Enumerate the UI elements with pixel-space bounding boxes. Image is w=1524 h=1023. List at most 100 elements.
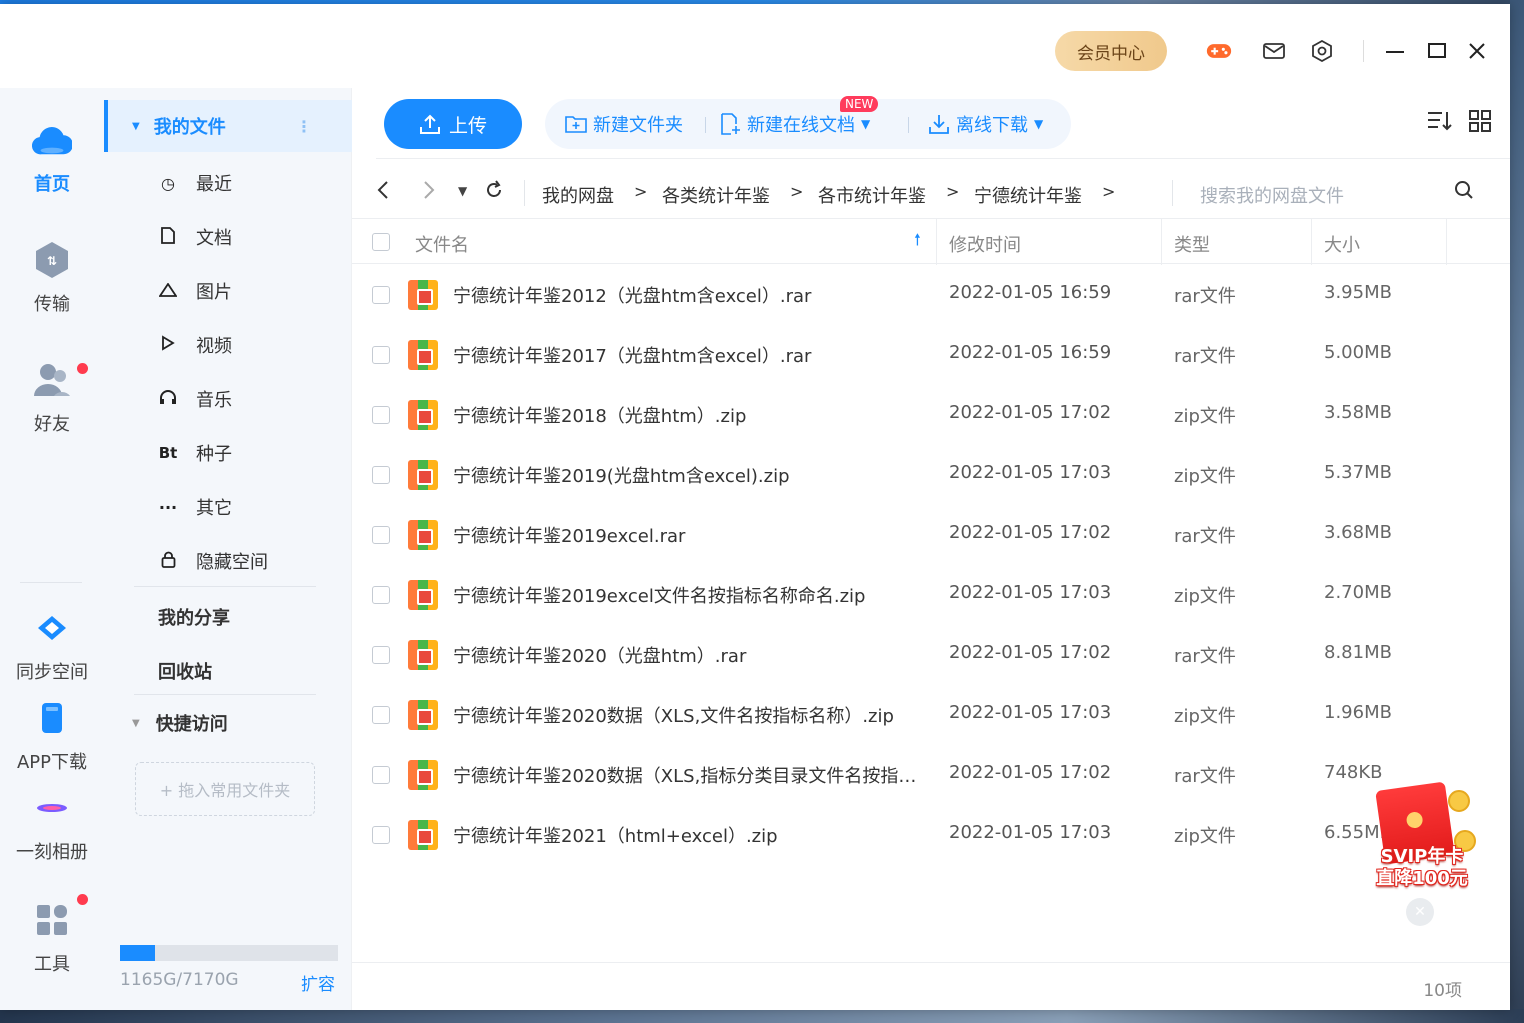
more-vertical-icon[interactable]: ⋮ bbox=[296, 117, 312, 136]
table-row[interactable]: 宁德统计年鉴2019(光盘htm含excel).zip 2022-01-05 17… bbox=[352, 445, 1510, 505]
sidebar-item-others[interactable]: ··· 其它 bbox=[156, 492, 232, 522]
file-type: zip文件 bbox=[1174, 706, 1236, 727]
new-folder-button[interactable]: 新建文件夹 bbox=[565, 99, 683, 149]
table-row[interactable]: 宁德统计年鉴2019excel.rar 2022-01-05 17:02 rar文件… bbox=[352, 505, 1510, 565]
sidebar-item-recent[interactable]: ◷ 最近 bbox=[156, 168, 232, 198]
breadcrumb-item[interactable]: 各类统计年鉴 bbox=[662, 182, 770, 208]
row-checkbox[interactable] bbox=[372, 766, 390, 784]
sidebar-item-docs[interactable]: 文档 bbox=[156, 222, 232, 252]
row-checkbox[interactable] bbox=[372, 286, 390, 304]
table-row[interactable]: 宁德统计年鉴2012（光盘htm含excel）.rar 2022-01-05 16… bbox=[352, 265, 1510, 325]
offline-download-label: 离线下载 bbox=[956, 115, 1028, 136]
file-name[interactable]: 宁德统计年鉴2018（光盘htm）.zip bbox=[453, 402, 923, 428]
offline-download-button[interactable]: 离线下载 ▼ bbox=[928, 99, 1043, 149]
table-row[interactable]: 宁德统计年鉴2019excel文件名按指标名称命名.zip 2022-01-05 … bbox=[352, 565, 1510, 625]
quick-access-header[interactable]: ▼ 快捷访问 bbox=[132, 710, 228, 736]
mail-icon[interactable] bbox=[1261, 38, 1287, 64]
row-checkbox[interactable] bbox=[372, 646, 390, 664]
sidebar-item-images[interactable]: 图片 bbox=[156, 276, 232, 306]
rail-item-album[interactable]: 一刻相册 bbox=[0, 788, 104, 864]
file-name[interactable]: 宁德统计年鉴2019(光盘htm含excel).zip bbox=[453, 462, 923, 488]
file-size: 3.58MB bbox=[1324, 402, 1392, 423]
drop-folder-zone[interactable]: + 拖入常用文件夹 bbox=[135, 762, 315, 816]
rail-item-transfer[interactable]: ⇅ 传输 bbox=[0, 240, 104, 316]
row-checkbox[interactable] bbox=[372, 346, 390, 364]
sidebar-item-label: 音乐 bbox=[196, 390, 232, 411]
breadcrumb-item[interactable]: 宁德统计年鉴 bbox=[974, 182, 1082, 208]
archive-file-icon bbox=[408, 640, 438, 670]
upload-button[interactable]: 上传 bbox=[384, 99, 522, 149]
search-input[interactable]: 搜索我的网盘文件 bbox=[1200, 182, 1344, 208]
back-icon[interactable] bbox=[376, 180, 390, 205]
row-checkbox[interactable] bbox=[372, 406, 390, 424]
file-name[interactable]: 宁德统计年鉴2019excel.rar bbox=[453, 522, 923, 548]
file-name[interactable]: 宁德统计年鉴2019excel文件名按指标名称命名.zip bbox=[453, 582, 923, 608]
rail-item-home[interactable]: 首页 bbox=[0, 120, 104, 196]
close-icon[interactable] bbox=[1464, 38, 1490, 64]
file-name[interactable]: 宁德统计年鉴2020（光盘htm）.rar bbox=[453, 642, 923, 668]
table-row[interactable]: 宁德统计年鉴2020（光盘htm）.rar 2022-01-05 17:02 rar… bbox=[352, 625, 1510, 685]
table-row[interactable]: 宁德统计年鉴2018（光盘htm）.zip 2022-01-05 17:02 zip… bbox=[352, 385, 1510, 445]
file-modified: 2022-01-05 16:59 bbox=[949, 282, 1112, 303]
select-all-checkbox[interactable] bbox=[372, 233, 390, 251]
file-size: 2.70MB bbox=[1324, 582, 1392, 603]
search-icon[interactable] bbox=[1454, 180, 1474, 205]
vip-center-button[interactable]: 会员中心 bbox=[1055, 31, 1167, 71]
svip-promo[interactable]: SVIP年卡 直降100元 ✕ bbox=[1366, 780, 1476, 926]
history-dropdown-icon[interactable]: ▼ bbox=[458, 184, 467, 198]
forward-icon[interactable] bbox=[422, 180, 436, 205]
sidebar-item-hidden-space[interactable]: 隐藏空间 bbox=[156, 546, 268, 576]
notification-dot bbox=[77, 894, 88, 905]
row-checkbox[interactable] bbox=[372, 706, 390, 724]
expand-storage-link[interactable]: 扩容 bbox=[301, 970, 335, 995]
breadcrumb-item[interactable]: 我的网盘 bbox=[542, 182, 614, 208]
breadcrumb-item[interactable]: 各市统计年鉴 bbox=[818, 182, 926, 208]
row-checkbox[interactable] bbox=[372, 526, 390, 544]
column-divider bbox=[1311, 219, 1312, 265]
game-icon[interactable] bbox=[1206, 38, 1232, 64]
file-name[interactable]: 宁德统计年鉴2017（光盘htm含excel）.rar bbox=[453, 342, 923, 368]
sidebar-item-my-share[interactable]: 我的分享 bbox=[158, 604, 230, 630]
row-checkbox[interactable] bbox=[372, 586, 390, 604]
row-checkbox[interactable] bbox=[372, 826, 390, 844]
rail-item-app-download[interactable]: APP下载 bbox=[0, 698, 104, 774]
rail-item-tools[interactable]: 工具 bbox=[0, 900, 104, 976]
table-row[interactable]: 宁德统计年鉴2017（光盘htm含excel）.rar 2022-01-05 16… bbox=[352, 325, 1510, 385]
sort-list-icon[interactable] bbox=[1427, 110, 1453, 137]
doc-icon bbox=[156, 226, 180, 248]
column-header-type[interactable]: 类型 bbox=[1174, 231, 1210, 257]
column-header-modified[interactable]: 修改时间 bbox=[949, 231, 1021, 257]
column-header-name[interactable]: 文件名 bbox=[415, 231, 469, 257]
table-row[interactable]: 宁德统计年鉴2020数据（XLS,文件名按指标名称）.zip 2022-01-05… bbox=[352, 685, 1510, 745]
maximize-icon[interactable] bbox=[1424, 38, 1450, 64]
column-header-size[interactable]: 大小 bbox=[1324, 231, 1360, 257]
sidebar-item-label: 图片 bbox=[196, 282, 232, 303]
desktop-wallpaper-bottom bbox=[0, 1009, 1524, 1023]
table-row[interactable]: 宁德统计年鉴2021（html+excel）.zip 2022-01-05 17:… bbox=[352, 805, 1510, 865]
file-name[interactable]: 宁德统计年鉴2021（html+excel）.zip bbox=[453, 822, 923, 848]
sidebar-item-videos[interactable]: 视频 bbox=[156, 330, 232, 360]
promo-close-icon[interactable]: ✕ bbox=[1406, 898, 1434, 926]
file-name[interactable]: 宁德统计年鉴2012（光盘htm含excel）.rar bbox=[453, 282, 923, 308]
archive-file-icon bbox=[408, 580, 438, 610]
rail-item-friends[interactable]: 好友 bbox=[0, 360, 104, 436]
row-checkbox[interactable] bbox=[372, 466, 390, 484]
file-name[interactable]: 宁德统计年鉴2020数据（XLS,文件名按指标名称）.zip bbox=[453, 702, 923, 728]
notification-dot bbox=[77, 363, 88, 374]
sidebar-item-music[interactable]: 音乐 bbox=[156, 384, 232, 414]
table-row[interactable]: 宁德统计年鉴2020数据（XLS,指标分类目录文件名按指标... 2022-01-… bbox=[352, 745, 1510, 805]
sidebar-item-torrents[interactable]: Bt 种子 bbox=[156, 438, 232, 468]
sort-ascending-icon[interactable]: 🠕 bbox=[914, 229, 921, 256]
new-badge: NEW bbox=[840, 96, 879, 112]
new-online-doc-label: 新建在线文档 bbox=[747, 115, 855, 136]
svg-text:⇅: ⇅ bbox=[47, 254, 57, 268]
minimize-icon[interactable] bbox=[1382, 38, 1408, 64]
rail-item-sync[interactable]: 同步空间 bbox=[0, 608, 104, 684]
refresh-icon[interactable] bbox=[484, 180, 504, 205]
grid-view-icon[interactable] bbox=[1469, 110, 1491, 137]
sidebar-item-recycle[interactable]: 回收站 bbox=[158, 658, 212, 684]
rail-label: 好友 bbox=[34, 414, 70, 435]
settings-icon[interactable] bbox=[1309, 38, 1335, 64]
sidebar-item-my-files[interactable]: ▼ 我的文件 ⋮ bbox=[104, 100, 352, 152]
file-name[interactable]: 宁德统计年鉴2020数据（XLS,指标分类目录文件名按指标... bbox=[453, 762, 923, 788]
